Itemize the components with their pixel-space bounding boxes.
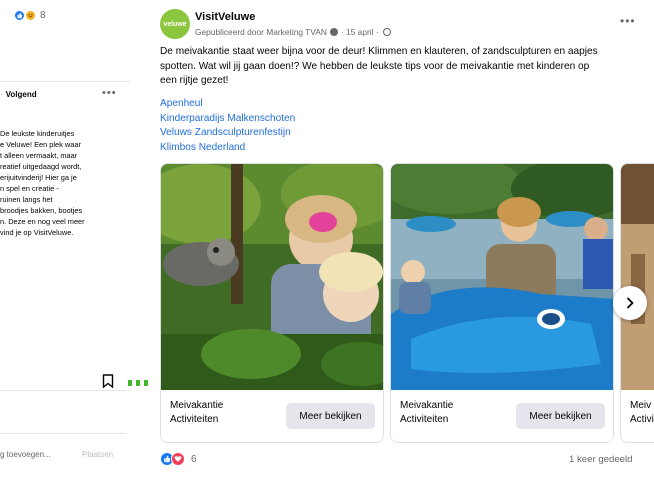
carousel-card[interactable]: Meivakantie Activiteiten Meer bekijken xyxy=(390,163,614,443)
body-line: De meivakantie staat weer bijna voor de … xyxy=(160,46,598,57)
separator-dot: · xyxy=(0,90,3,99)
card-title: Meivakantie xyxy=(170,400,224,411)
reaction-count: 6 xyxy=(191,453,197,465)
globe-icon xyxy=(382,28,391,36)
main-post: veluwe VisitVeluwe Gepubliceerd door Mar… xyxy=(150,0,654,477)
like-icon xyxy=(14,10,25,21)
published-by: Gepubliceerd door Marketing TVAN xyxy=(195,27,327,37)
text-line: n. Deze en nog veel meer xyxy=(0,217,85,226)
body-line: een rijtje gezet! xyxy=(160,75,229,86)
more-options-icon[interactable]: ••• xyxy=(102,87,117,99)
image-carousel: Meivakantie Activiteiten Meer bekijken M… xyxy=(160,163,654,444)
more-options-icon[interactable]: ••• xyxy=(620,14,636,28)
body-line: spotten. Wat wil jij gaan doen!? We hebb… xyxy=(160,60,590,72)
card-footer: Meivakantie Activiteiten Meer bekijken xyxy=(391,390,613,442)
card-caption: Meivakantie Activiteiten xyxy=(170,399,223,427)
left-post-partial: 8 · Volgend ••• De leukste kinderuitjes … xyxy=(0,0,130,477)
card-caption: Meiv Activi xyxy=(630,399,654,427)
follow-button[interactable]: Volgend xyxy=(6,90,37,99)
divider xyxy=(0,433,126,434)
divider xyxy=(0,81,130,82)
text-line: broodjes bakken, bootjes xyxy=(0,206,83,215)
link-klimbos[interactable]: Klimbos Nederland xyxy=(160,141,295,156)
meer-bekijken-button[interactable]: Meer bekijken xyxy=(286,403,375,429)
post-meta: Gepubliceerd door Marketing TVAN · 15 ap… xyxy=(195,27,391,37)
post-links: Apenheul Kinderparadijs Malkenschoten Ve… xyxy=(160,97,295,155)
card-title: Meivakantie xyxy=(400,400,454,411)
text-line: t alleen vermaakt, maar xyxy=(0,151,78,160)
chevron-right-icon xyxy=(627,297,634,309)
text-line: De leukste kinderuitjes xyxy=(0,129,75,138)
card-title: Meiv xyxy=(630,400,652,411)
text-line: erijuitvinderij! Hier ga je xyxy=(0,173,77,182)
text-line: e Veluwe! Een plek waar xyxy=(0,140,81,149)
card-subtitle: Activiteiten xyxy=(170,414,219,425)
carousel-card[interactable]: Meivakantie Activiteiten Meer bekijken xyxy=(160,163,384,443)
info-icon[interactable] xyxy=(329,28,338,36)
love-icon xyxy=(171,452,185,466)
bookmark-icon[interactable] xyxy=(102,374,114,388)
post-reactions[interactable]: 6 xyxy=(160,452,197,466)
left-post-reaction-count: 8 xyxy=(40,10,46,21)
text-line: reatief uitgedaagd wordt, xyxy=(0,162,82,171)
card-photo-pedal-boat[interactable] xyxy=(391,164,614,390)
post-body-text: De meivakantie staat weer bijna voor de … xyxy=(160,45,646,89)
page-avatar[interactable]: veluwe xyxy=(160,9,190,39)
text-line: ruinen langs het xyxy=(0,195,53,204)
text-line: n spel en creatie - xyxy=(0,184,59,193)
meer-bekijken-button[interactable]: Meer bekijken xyxy=(516,403,605,429)
left-post-text: De leukste kinderuitjes e Veluwe! Een pl… xyxy=(0,128,122,238)
link-zandsculpturen[interactable]: Veluws Zandsculpturenfestijn xyxy=(160,126,295,141)
card-footer: Meivakantie Activiteiten Meer bekijken xyxy=(161,390,383,442)
card-subtitle: Activiteiten xyxy=(400,414,449,425)
left-post-reactions[interactable]: 8 xyxy=(14,10,46,21)
card-photo-lemur-children[interactable] xyxy=(161,164,384,390)
link-kinderparadijs[interactable]: Kinderparadijs Malkenschoten xyxy=(160,112,295,127)
text-line: vind je op VisitVeluwe. xyxy=(0,228,74,237)
card-footer: Meiv Activi xyxy=(621,390,654,442)
carousel-indicator-dashes xyxy=(128,380,148,386)
follow-row: · Volgend ••• xyxy=(0,87,130,99)
card-subtitle: Activi xyxy=(630,414,654,425)
carousel-next-button[interactable] xyxy=(613,286,647,320)
card-photo-sand-sculpture[interactable] xyxy=(621,164,654,390)
post-date[interactable]: · 15 april · xyxy=(341,27,379,37)
divider xyxy=(0,390,126,391)
link-apenheul[interactable]: Apenheul xyxy=(160,97,295,112)
card-caption: Meivakantie Activiteiten xyxy=(400,399,453,427)
share-count[interactable]: 1 keer gedeeld xyxy=(569,454,632,465)
haha-icon xyxy=(25,10,36,21)
page-name-link[interactable]: VisitVeluwe xyxy=(195,11,255,23)
post-comment-button[interactable]: Plaatsen xyxy=(82,450,113,459)
